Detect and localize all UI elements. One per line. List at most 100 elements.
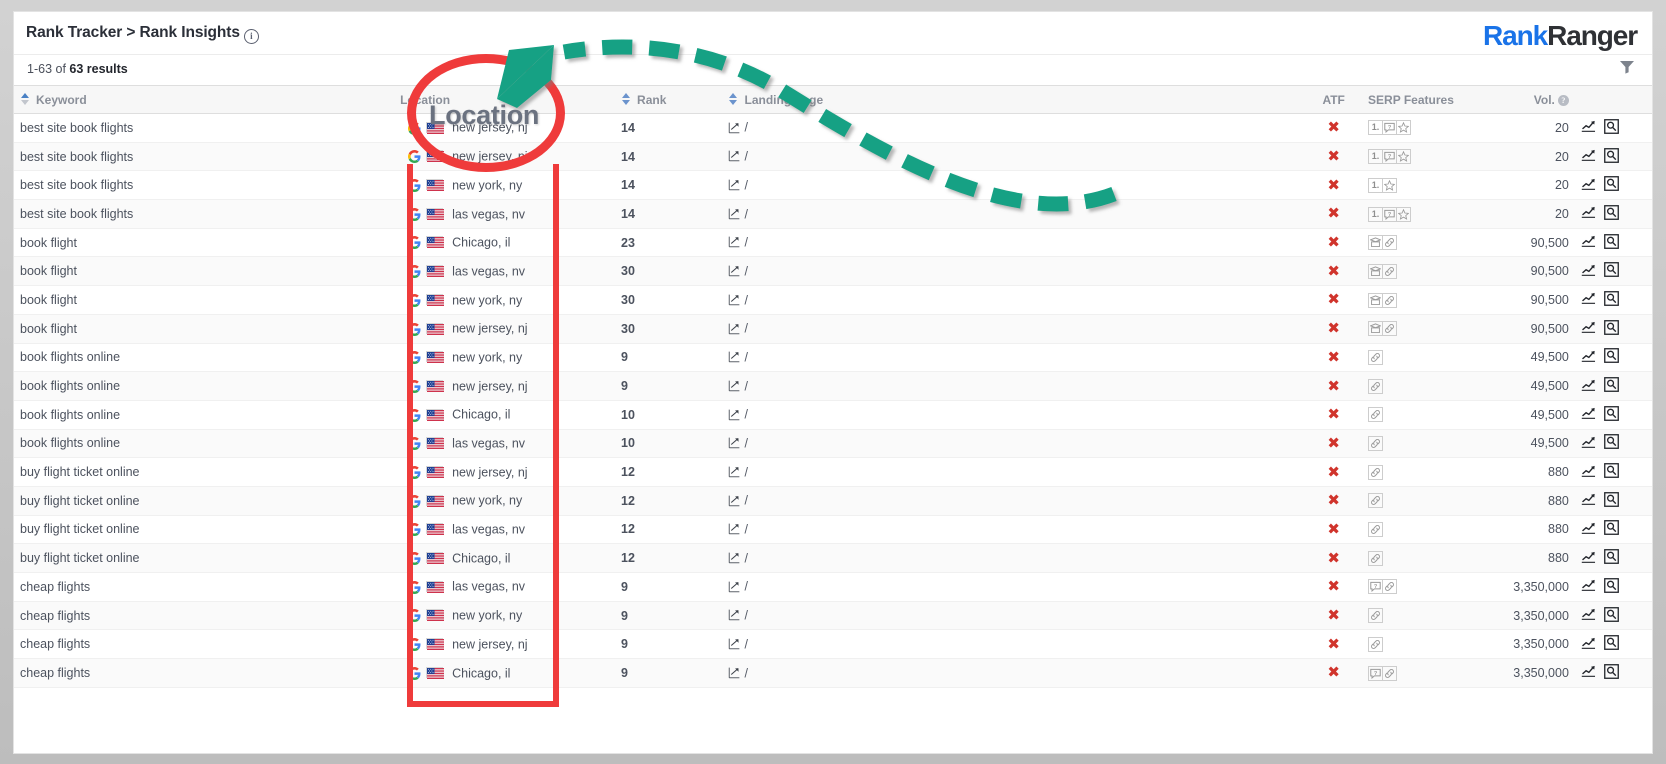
col-header-landing-page[interactable]: Landing Page	[722, 85, 1306, 114]
external-link-icon[interactable]	[728, 436, 741, 449]
shopping-carousel-icon[interactable]	[1368, 263, 1384, 279]
cell-landing-page[interactable]: /	[722, 285, 1306, 315]
table-row[interactable]: best site book flights new york, ny 14 / ✖ 1.…	[14, 170, 1652, 201]
sitelinks-icon[interactable]	[1368, 436, 1384, 451]
cell-landing-page[interactable]: /	[722, 486, 1306, 516]
cell-landing-page[interactable]: /	[722, 429, 1306, 459]
cell-landing-page[interactable]: /	[722, 601, 1306, 631]
table-row[interactable]: book flight new jersey, nj 30 / ✖ 90,500	[14, 314, 1652, 344]
trend-chart-icon[interactable]	[1581, 378, 1596, 395]
table-row[interactable]: book flight Chicago, il 23 / ✖ 90,500	[14, 228, 1652, 258]
external-link-icon[interactable]	[728, 178, 741, 191]
question-bubble-icon[interactable]: ?	[1368, 665, 1384, 681]
star-reviews-icon[interactable]	[1396, 149, 1412, 165]
trend-chart-icon[interactable]	[1581, 636, 1596, 653]
sort-rank-icon[interactable]	[621, 93, 630, 106]
sitelinks-icon[interactable]	[1382, 665, 1398, 681]
sitelinks-icon[interactable]	[1368, 378, 1384, 394]
external-link-icon[interactable]	[728, 580, 741, 593]
table-row[interactable]: book flight las vegas, nv 30 / ✖ 90,500	[14, 256, 1652, 287]
table-row[interactable]: buy flight ticket online new jersey, nj 12…	[14, 457, 1652, 487]
cell-landing-page[interactable]: /	[722, 400, 1306, 430]
serp-preview-icon[interactable]	[1603, 233, 1619, 252]
serp-preview-icon[interactable]	[1603, 291, 1619, 309]
cell-landing-page[interactable]: /	[722, 228, 1306, 258]
sitelinks-icon[interactable]	[1382, 263, 1398, 279]
serp-preview-icon[interactable]	[1603, 520, 1619, 538]
external-link-icon[interactable]	[728, 666, 741, 679]
shopping-carousel-icon[interactable]	[1368, 235, 1384, 251]
serp-preview-icon[interactable]	[1603, 549, 1619, 567]
external-link-icon[interactable]	[728, 551, 741, 564]
cell-landing-page[interactable]: /	[722, 314, 1306, 344]
star-reviews-icon[interactable]	[1396, 120, 1412, 136]
trend-chart-icon[interactable]	[1581, 492, 1596, 509]
numbered-list-icon[interactable]: 1.	[1368, 120, 1384, 136]
col-header-rank[interactable]: Rank	[615, 85, 723, 114]
trend-chart-icon[interactable]	[1581, 349, 1596, 366]
serp-preview-icon[interactable]	[1603, 405, 1619, 424]
table-row[interactable]: buy flight ticket online new york, ny 12 / ✖…	[14, 486, 1652, 516]
external-link-icon[interactable]	[728, 494, 741, 507]
cell-landing-page[interactable]: /	[722, 572, 1306, 602]
external-link-icon[interactable]	[728, 522, 741, 535]
cell-landing-page[interactable]: /	[722, 142, 1306, 172]
cell-landing-page[interactable]: /	[722, 371, 1306, 401]
numbered-list-icon[interactable]: 1.	[1368, 149, 1384, 165]
table-row[interactable]: book flights online new jersey, nj 9 / ✖ 49,5…	[14, 371, 1652, 401]
trend-chart-icon[interactable]	[1581, 119, 1596, 136]
sitelinks-icon[interactable]	[1382, 321, 1398, 337]
sitelinks-icon[interactable]	[1382, 292, 1398, 308]
serp-preview-icon[interactable]	[1603, 147, 1619, 166]
cell-landing-page[interactable]: /	[722, 343, 1306, 373]
cell-landing-page[interactable]: /	[722, 658, 1306, 688]
table-row[interactable]: buy flight ticket online Chicago, il 12 / ✖ 8…	[14, 543, 1652, 573]
question-bubble-icon[interactable]: ?	[1382, 149, 1398, 165]
trend-chart-icon[interactable]	[1581, 578, 1596, 595]
cell-landing-page[interactable]: /	[722, 515, 1306, 545]
sort-keyword-icon[interactable]	[20, 93, 29, 106]
col-header-vol[interactable]: Vol.?	[1483, 85, 1575, 114]
table-row[interactable]: cheap flights new jersey, nj 9 / ✖ 3,350,000	[14, 629, 1652, 660]
external-link-icon[interactable]	[728, 379, 741, 392]
trend-chart-icon[interactable]	[1581, 664, 1596, 681]
trend-chart-icon[interactable]	[1581, 435, 1596, 452]
serp-preview-icon[interactable]	[1603, 463, 1619, 481]
sort-landing-page-icon[interactable]	[728, 93, 737, 106]
serp-preview-icon[interactable]	[1603, 348, 1619, 366]
table-row[interactable]: book flights online Chicago, il 10 / ✖ 49,500	[14, 400, 1652, 430]
table-row[interactable]: cheap flights new york, ny 9 / ✖ 3,350,000	[14, 601, 1652, 631]
sitelinks-icon[interactable]	[1382, 579, 1398, 595]
cell-landing-page[interactable]: /	[722, 256, 1306, 287]
external-link-icon[interactable]	[728, 637, 741, 650]
sitelinks-icon[interactable]	[1368, 608, 1384, 624]
sitelinks-icon[interactable]	[1368, 550, 1384, 566]
external-link-icon[interactable]	[728, 235, 741, 248]
numbered-list-icon[interactable]: 1.	[1368, 206, 1384, 222]
cell-landing-page[interactable]: /	[722, 629, 1306, 660]
external-link-icon[interactable]	[728, 465, 741, 478]
trend-chart-icon[interactable]	[1581, 291, 1596, 308]
trend-chart-icon[interactable]	[1581, 148, 1596, 165]
question-bubble-icon[interactable]: ?	[1382, 206, 1398, 222]
table-row[interactable]: best site book flights las vegas, nv 14 / ✖ 1…	[14, 199, 1652, 229]
external-link-icon[interactable]	[728, 264, 741, 277]
trend-chart-icon[interactable]	[1581, 464, 1596, 481]
serp-preview-icon[interactable]	[1603, 205, 1619, 223]
sitelinks-icon[interactable]	[1368, 636, 1384, 652]
col-header-location[interactable]: Location	[394, 85, 616, 114]
numbered-list-icon[interactable]: 1.	[1368, 177, 1384, 193]
external-link-icon[interactable]	[728, 322, 741, 335]
serp-preview-icon[interactable]	[1603, 577, 1619, 596]
trend-chart-icon[interactable]	[1581, 263, 1596, 280]
sitelinks-icon[interactable]	[1368, 407, 1384, 423]
external-link-icon[interactable]	[728, 121, 741, 134]
trend-chart-icon[interactable]	[1581, 234, 1596, 251]
cell-landing-page[interactable]: /	[722, 457, 1306, 487]
sitelinks-icon[interactable]	[1368, 493, 1384, 509]
serp-preview-icon[interactable]	[1603, 434, 1619, 452]
shopping-carousel-icon[interactable]	[1368, 321, 1384, 337]
external-link-icon[interactable]	[728, 149, 741, 162]
serp-preview-icon[interactable]	[1603, 377, 1619, 395]
trend-chart-icon[interactable]	[1581, 205, 1596, 222]
